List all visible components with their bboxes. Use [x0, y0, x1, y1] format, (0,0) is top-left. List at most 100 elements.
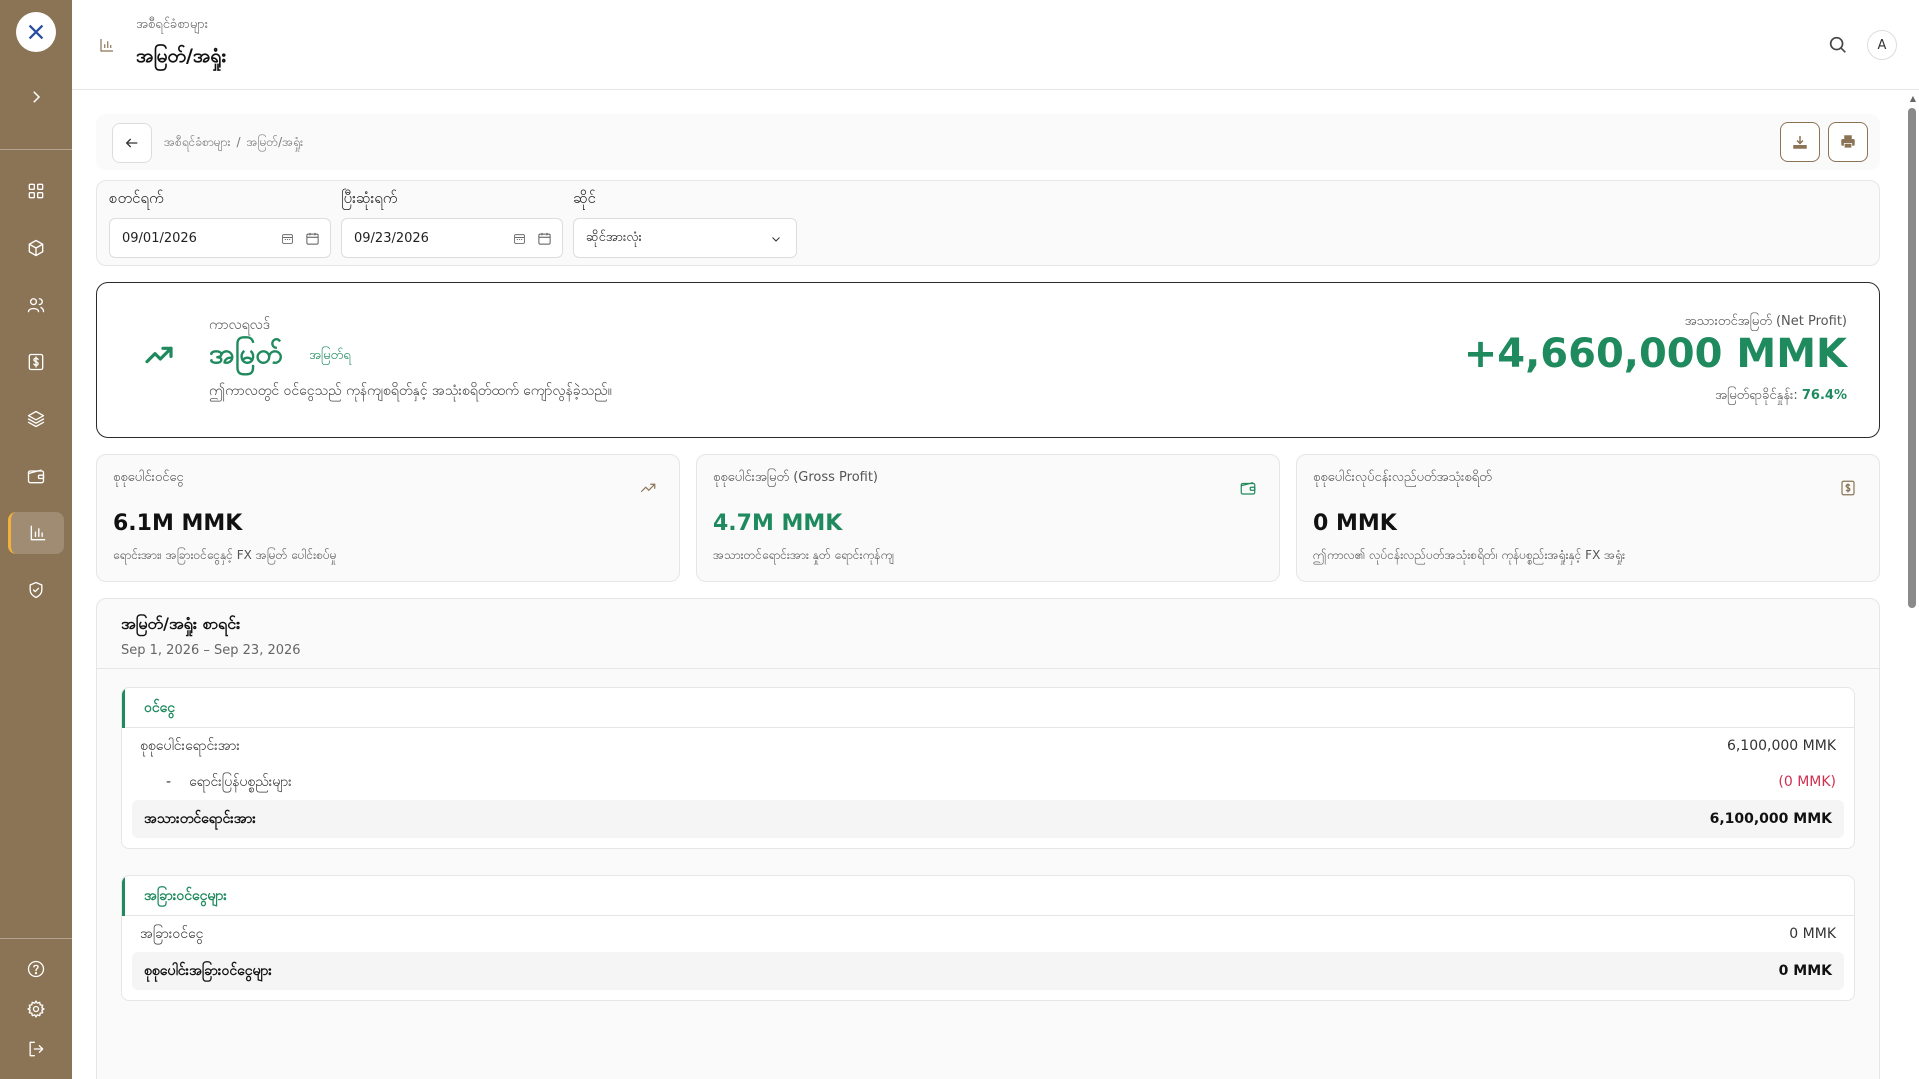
scroll-up-icon[interactable]: ▲ — [1910, 94, 1916, 103]
trend-up-icon — [640, 483, 656, 493]
statement-date-range: Sep 1, 2026 – Sep 23, 2026 — [121, 643, 301, 658]
start-date-input[interactable]: 09/01/2026 — [109, 218, 331, 258]
other-income-section: အခြားဝင်ငွေများ အခြားဝင်ငွေ 0 MMK စုစုပေ… — [121, 875, 1855, 1001]
period-label: ကာလရလဒ် — [209, 317, 271, 333]
scroll-thumb[interactable] — [1908, 108, 1916, 608]
scrollbar[interactable]: ▲ — [1905, 92, 1919, 1079]
start-date-value: 09/01/2026 — [122, 230, 197, 246]
sidebar — [0, 0, 72, 1079]
revenue-section: ဝင်ငွေ စုစုပေါင်းရောင်းအား 6,100,000 MMK… — [121, 687, 1855, 849]
box-icon — [28, 239, 44, 257]
chevron-down-icon — [772, 237, 780, 242]
bar-chart-icon — [100, 39, 113, 52]
card-value: 4.7M MMK — [713, 511, 843, 536]
summary-description: ဤကာလတွင် ဝင်ငွေသည် ကုန်ကျစရိတ်နှင့် အသုံ… — [209, 383, 612, 399]
breadcrumb-bar: အစီရင်ခံစာများ / အမြတ်/အရှုံး — [96, 114, 1880, 170]
sidebar-item-products[interactable] — [8, 227, 64, 269]
card-value: 0 MMK — [1313, 511, 1397, 536]
calendar-icon[interactable] — [305, 231, 320, 246]
print-button[interactable] — [1828, 122, 1868, 162]
sidebar-divider — [0, 149, 72, 150]
net-profit-value: +4,660,000 MMK — [1463, 331, 1847, 377]
statement-row: - ရောင်းပြန်ပစ္စည်းများ (0 MMK) — [122, 764, 1854, 800]
header-breadcrumb: အစီရင်ခံစာများ — [136, 17, 209, 32]
help-icon — [27, 960, 45, 978]
end-date-input[interactable]: 09/23/2026 — [341, 218, 563, 258]
help-button[interactable] — [8, 953, 64, 985]
section-total-row: အသားတင်ရောင်းအား 6,100,000 MMK — [132, 800, 1844, 838]
trend-up-icon — [145, 346, 173, 364]
shield-check-icon — [29, 581, 43, 599]
expand-sidebar-button[interactable] — [27, 88, 45, 111]
search-icon[interactable] — [1827, 34, 1849, 56]
start-date-label: စတင်ရက် — [109, 189, 164, 207]
sidebar-item-inventory[interactable] — [8, 398, 64, 440]
row-label-wrap: - ရောင်းပြန်ပစ္စည်းများ — [166, 772, 292, 793]
sidebar-item-sales[interactable] — [8, 341, 64, 383]
shop-select-value: ဆိုင်အားလုံး — [586, 229, 642, 245]
wallet-icon — [1240, 481, 1256, 495]
sidebar-bottom — [0, 938, 72, 1079]
dashboard-icon — [28, 183, 44, 199]
operating-expense-card: စုစုပေါင်းလုပ်ငန်းလည်ပတ်အသုံးစရိတ် 0 MMK… — [1296, 454, 1880, 582]
sidebar-item-security[interactable] — [8, 569, 64, 611]
profit-loss-statement: အမြတ်/အရှုံး စာရင်း Sep 1, 2026 – Sep 23… — [96, 598, 1880, 1079]
logout-icon — [29, 1041, 44, 1057]
statement-row: အခြားဝင်ငွေ 0 MMK — [122, 916, 1854, 952]
shop-label: ဆိုင် — [573, 189, 596, 207]
app-logo[interactable] — [16, 12, 56, 52]
download-button[interactable] — [1780, 122, 1820, 162]
layers-icon — [27, 410, 45, 428]
calendar-icon[interactable] — [537, 231, 552, 246]
logout-button[interactable] — [8, 1033, 64, 1065]
bar-chart-icon — [30, 525, 45, 541]
statement-header: အမြတ်/အရှုံး စာရင်း Sep 1, 2026 – Sep 23… — [97, 599, 1879, 669]
profit-margin: အမြတ်ရာခိုင်နှုန်း: 76.4% — [1715, 387, 1847, 406]
statement-title: အမြတ်/အရှုံး စာရင်း — [121, 614, 241, 633]
profit-margin-label: အမြတ်ရာခိုင်နှုန်း: — [1715, 388, 1798, 403]
kpi-cards: စုစုပေါင်းဝင်ငွေ 6.1M MMK ရောင်းအား၊ အခြ… — [96, 454, 1880, 582]
main-content: အစီရင်ခံစာများ / အမြတ်/အရှုံး စတင်ရက် 09/0… — [96, 114, 1880, 1079]
sidebar-nav — [8, 170, 64, 626]
shop-select[interactable]: ဆိုင်အားလုံး — [573, 218, 797, 258]
total-value: 6,100,000 MMK — [1709, 811, 1832, 827]
section-title: အခြားဝင်ငွေများ — [122, 876, 1854, 916]
breadcrumb: အစီရင်ခံစာများ / အမြတ်/အရှုံး — [164, 134, 303, 152]
sidebar-item-dashboard[interactable] — [8, 170, 64, 212]
breadcrumb-current: အမြတ်/အရှုံး — [246, 135, 304, 149]
sidebar-item-reports[interactable] — [8, 512, 64, 554]
back-button[interactable] — [112, 123, 152, 163]
end-date-value: 09/23/2026 — [354, 230, 429, 246]
dollar-doc-icon — [28, 353, 44, 371]
card-description: ဤကာလ၏ လုပ်ငန်းလည်ပတ်အသုံးစရိတ်၊ ကုန်ပစ္စ… — [1313, 548, 1626, 562]
avatar[interactable]: A — [1867, 30, 1897, 60]
total-label: စုစုပေါင်းအခြားဝင်ငွေများ — [144, 962, 272, 979]
settings-button[interactable] — [8, 993, 64, 1025]
page-title: အမြတ်/အရှုံး — [136, 45, 227, 67]
total-revenue-card: စုစုပေါင်းဝင်ငွေ 6.1M MMK ရောင်းအား၊ အခြ… — [96, 454, 680, 582]
net-profit-summary: ကာလရလဒ် အမြတ် အမြတ်ရ ဤကာလတွင် ဝင်ငွေသည် … — [96, 282, 1880, 438]
card-label: စုစုပေါင်းလုပ်ငန်းလည်ပတ်အသုံးစရိတ် — [1313, 470, 1492, 485]
wallet-icon — [27, 469, 45, 484]
sidebar-item-wallet[interactable] — [8, 455, 64, 497]
status-badge: အမြတ်ရ — [309, 348, 351, 363]
row-bullet: - — [166, 773, 172, 790]
calendar-small-icon — [514, 234, 525, 244]
card-label: စုစုပေါင်းဝင်ငွေ — [113, 470, 184, 485]
net-profit-label: အသားတင်အမြတ် (Net Profit) — [1684, 314, 1847, 329]
row-label: အခြားဝင်ငွေ — [140, 925, 204, 942]
row-value: 0 MMK — [1789, 926, 1836, 942]
breadcrumb-separator: / — [236, 135, 241, 149]
end-date-label: ပြီးဆုံးရက် — [341, 189, 398, 207]
chevron-right-icon — [33, 91, 41, 103]
breadcrumb-parent[interactable]: အစီရင်ခံစာများ — [164, 135, 230, 149]
sidebar-item-customers[interactable] — [8, 284, 64, 326]
printer-icon — [1841, 135, 1855, 149]
calendar-small-icon — [282, 234, 293, 244]
profit-status: အမြတ် — [209, 337, 283, 370]
statement-row: စုစုပေါင်းရောင်းအား 6,100,000 MMK — [122, 728, 1854, 764]
card-value: 6.1M MMK — [113, 511, 243, 536]
gross-profit-card: စုစုပေါင်းအမြတ် (Gross Profit) 4.7M MMK … — [696, 454, 1280, 582]
filter-bar: စတင်ရက် 09/01/2026 ပြီးဆုံးရက် 09/23/202… — [96, 180, 1880, 266]
row-value: (0 MMK) — [1778, 774, 1836, 790]
